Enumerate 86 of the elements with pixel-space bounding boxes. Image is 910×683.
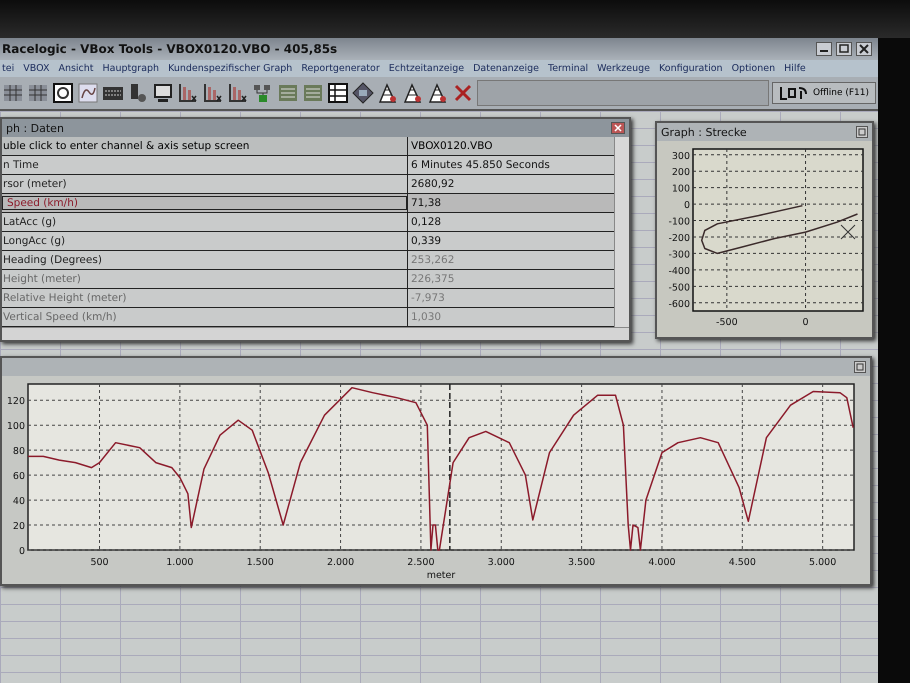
diamond-icon[interactable] <box>352 82 374 104</box>
window-title: Racelogic - VBox Tools - VBOX0120.VBO - 405,85s <box>2 42 338 56</box>
axis-label: 200 <box>672 167 690 178</box>
grid-icon[interactable] <box>27 82 49 104</box>
menu-item[interactable]: Optionen <box>732 63 776 74</box>
table-row[interactable]: rsor (meter) 2680,92 <box>2 175 614 194</box>
table-row[interactable]: Vertical Speed (km/h) 1,030 <box>2 308 614 327</box>
table-cell-text: rsor (meter) <box>2 178 68 190</box>
axis-label: -100 <box>668 216 690 228</box>
table-icon[interactable] <box>327 82 349 104</box>
table-row[interactable]: n Time 6 Minutes 45.850 Seconds <box>2 156 614 175</box>
axis-label: -500 <box>668 282 690 294</box>
axis-label: 1.500 <box>246 557 274 568</box>
close-icon[interactable] <box>856 42 872 56</box>
table-row[interactable]: Height (meter) 226,375 <box>2 270 614 289</box>
axis-label: 2.500 <box>407 557 435 568</box>
axis-label: 60 <box>12 471 25 482</box>
axis-label: 300 <box>672 150 690 162</box>
table-row[interactable]: Heading (Degrees) 253,262 <box>2 251 614 270</box>
scrollbar[interactable] <box>2 327 630 340</box>
maximize-icon[interactable] <box>836 42 852 56</box>
close-icon[interactable] <box>611 122 626 134</box>
bar-chart-icon[interactable] <box>202 82 224 104</box>
axis-label: 100 <box>672 184 690 195</box>
menu-item[interactable]: Terminal <box>548 63 588 74</box>
list-icon[interactable] <box>277 82 299 104</box>
menu-item[interactable]: Hauptgraph <box>102 63 160 74</box>
table-cell-text: Height (meter) <box>2 273 82 285</box>
axis-label: 4.000 <box>648 557 676 568</box>
menu-item[interactable]: Werkzeuge <box>597 63 650 74</box>
menu-item[interactable]: Datenanzeige <box>473 63 540 74</box>
axis-title: meter <box>426 570 456 580</box>
axis-label: -500 <box>716 317 738 328</box>
table-row[interactable]: Relative Height (meter) -7,973 <box>2 289 614 308</box>
axis-label: -400 <box>668 266 690 277</box>
axis-label: 3.500 <box>568 557 596 568</box>
bar-chart-icon[interactable] <box>227 82 249 104</box>
chart-window-icon[interactable] <box>52 82 74 104</box>
table-row[interactable]: LongAcc (g) 0,339 <box>2 232 614 251</box>
table-cell-text: Relative Height (meter) <box>2 292 128 304</box>
axis-label: 0 <box>802 317 809 328</box>
axis-label: 80 <box>12 446 25 458</box>
menu-item[interactable]: Ansicht <box>58 63 94 74</box>
table-cell-text: n Time <box>2 159 40 171</box>
table-row[interactable]: LatAcc (g) 0,128 <box>2 213 614 232</box>
maximize-icon[interactable] <box>856 126 868 138</box>
table-header: uble click to enter channel & axis setup screen <box>2 140 250 152</box>
status-panel[interactable]: Offline (F11) <box>772 82 876 104</box>
maximize-icon[interactable] <box>854 361 866 373</box>
axis-label: 0 <box>684 200 690 212</box>
axis-label: 4.500 <box>728 557 756 568</box>
menu-item[interactable]: Echtzeitanzeige <box>388 63 464 74</box>
panel-title: ph : Daten <box>6 122 64 134</box>
status-text: Offline (F11) <box>812 88 869 98</box>
table-cell-text: Heading (Degrees) <box>2 254 103 266</box>
menu-item[interactable]: Hilfe <box>784 63 806 74</box>
axis-label: 100 <box>6 421 25 432</box>
menu-item[interactable]: Reportgenerator <box>301 63 380 74</box>
table-cell: Speed (km/h) <box>2 196 407 210</box>
menu-item[interactable]: Kundenspezifischer Graph <box>168 63 292 74</box>
device-icon <box>778 85 809 101</box>
grid-icon[interactable] <box>2 82 24 104</box>
axis-label: 2.000 <box>326 557 354 568</box>
axis-label: 5.000 <box>809 557 836 568</box>
scrollbar[interactable] <box>614 137 630 327</box>
axis-label: 500 <box>90 557 109 568</box>
axis-label: -200 <box>668 233 690 244</box>
monitor-icon[interactable] <box>152 82 174 104</box>
bar-chart-icon[interactable] <box>177 82 199 104</box>
menu-item[interactable]: tei <box>2 63 14 74</box>
axis-label: 1.000 <box>166 557 194 568</box>
menu-item[interactable]: VBOX <box>23 63 50 74</box>
axis-label: -300 <box>668 249 690 260</box>
axis-label: 0 <box>18 546 25 557</box>
table-cell-text: LatAcc (g) <box>2 216 58 228</box>
axis-label: 20 <box>12 521 25 532</box>
table-cell-text: Vertical Speed (km/h) <box>2 311 118 323</box>
axis-label: 3.000 <box>488 557 515 568</box>
menu-item[interactable]: Konfiguration <box>659 63 723 74</box>
panel-title: Graph : Strecke <box>661 126 747 138</box>
axis-label: 40 <box>12 496 25 508</box>
table-cell-text: LongAcc (g) <box>2 235 66 247</box>
axis-label: -600 <box>668 298 690 310</box>
axis-label: 120 <box>6 396 25 408</box>
minimize-icon[interactable] <box>816 42 832 56</box>
table-row[interactable]: Speed (km/h) 71,38 <box>2 194 614 213</box>
